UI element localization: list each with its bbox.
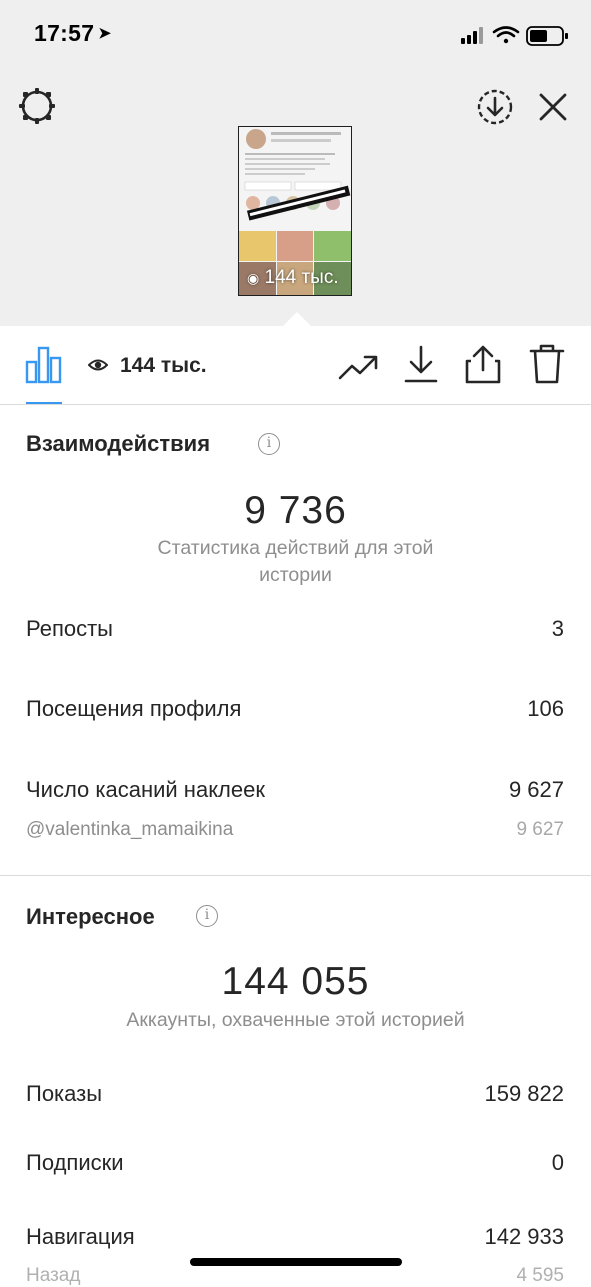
interactions-total: 9 736 — [244, 489, 347, 532]
metric-label-navigation: Навигация — [26, 1224, 135, 1249]
metric-value-sticker-taps: 9 627 — [508, 777, 564, 802]
metric-label-sticker-taps: Число касаний наклеек — [26, 777, 265, 802]
download-circle-icon — [477, 89, 513, 125]
wifi-icon — [492, 26, 520, 44]
reach-count: 144 тыс. — [120, 354, 207, 377]
download-button[interactable] — [403, 344, 439, 389]
gear-icon — [19, 88, 55, 124]
sticker-mention-label: @valentinka_mamaikina — [26, 819, 234, 840]
sticker-mention-value: 9 627 — [516, 819, 564, 840]
discovery-description: Аккаунты, охваченные этой историей — [126, 1009, 465, 1031]
navigation-back-label: Назад — [26, 1265, 81, 1286]
metric-label-follows: Подписки — [26, 1150, 124, 1175]
metric-label-impressions: Показы — [26, 1081, 103, 1106]
metric-value-profile-visits: 106 — [527, 696, 564, 721]
navigation-back-value: 4 595 — [516, 1265, 564, 1286]
discovery-title: Интересное — [26, 904, 155, 929]
home-indicator[interactable] — [190, 1258, 402, 1266]
section-divider — [0, 875, 591, 876]
active-tab-indicator — [26, 402, 62, 404]
trash-icon — [529, 344, 565, 384]
story-thumbnail[interactable]: ◉ 144 тыс. — [238, 126, 352, 296]
bar-chart-icon — [25, 346, 62, 384]
share-button[interactable] — [464, 343, 502, 390]
story-toolbar: 144 тыс. — [0, 326, 591, 405]
close-icon — [539, 93, 567, 121]
settings-button[interactable] — [18, 87, 56, 130]
interactions-title: Взаимодействия — [26, 431, 211, 456]
story-preview-header: 17:57 ➤ ◉ 144 тыс. — [0, 0, 591, 327]
interactions-description: Статистика действий для этой истории — [157, 537, 434, 586]
status-time: 17:57 ➤ — [34, 20, 112, 46]
metric-value-navigation: 142 933 — [484, 1224, 564, 1249]
thumbnail-views: ◉ 144 тыс. — [247, 267, 339, 288]
share-icon — [465, 345, 501, 384]
location-arrow-icon: ➤ — [98, 25, 112, 42]
download-icon — [404, 345, 438, 383]
delete-button[interactable] — [529, 343, 565, 390]
close-button[interactable] — [537, 91, 569, 128]
eye-icon — [87, 359, 109, 371]
discovery-total: 144 055 — [221, 960, 370, 1003]
trending-icon — [338, 355, 378, 380]
thumbnail-pointer — [282, 312, 312, 327]
metric-value-reposts: 3 — [551, 616, 564, 641]
reach-eye-icon — [87, 357, 109, 378]
info-icon[interactable]: i — [196, 905, 218, 927]
metric-label-reposts: Репосты — [26, 616, 113, 641]
metric-label-profile-visits: Посещения профиля — [26, 696, 242, 721]
info-icon[interactable]: i — [258, 433, 280, 455]
eye-icon: ◉ — [247, 270, 260, 286]
promote-button[interactable] — [338, 348, 378, 389]
metric-value-follows: 0 — [551, 1150, 564, 1175]
status-icons — [461, 24, 571, 48]
tab-insights[interactable] — [24, 344, 64, 389]
save-story-button[interactable] — [476, 88, 514, 131]
battery-icon — [526, 26, 568, 46]
signal-icon — [461, 27, 483, 44]
metric-value-impressions: 159 822 — [484, 1081, 564, 1106]
